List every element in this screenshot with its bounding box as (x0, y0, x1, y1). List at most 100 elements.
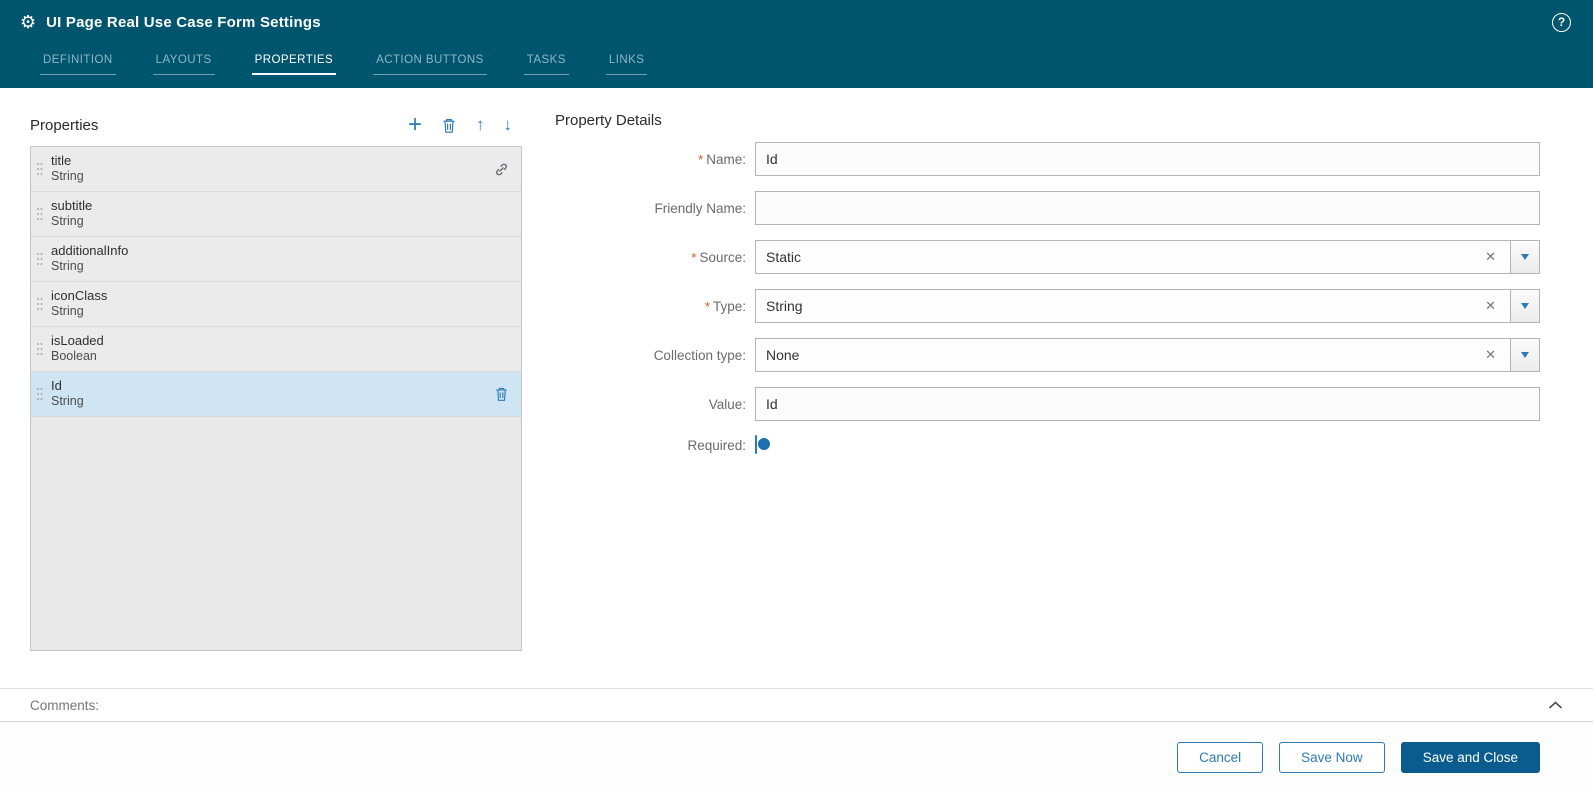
delete-row-icon[interactable] (494, 386, 509, 402)
form-row-collection-type: Collection type: ✕ (555, 338, 1540, 372)
page-title: UI Page Real Use Case Form Settings (46, 13, 321, 31)
move-up-button[interactable]: ↑ (476, 115, 485, 135)
property-item-text: title String (51, 153, 84, 184)
required-toggle[interactable] (755, 435, 770, 454)
form-row-required: Required: (555, 435, 1540, 454)
gear-icon: ⚙ (20, 12, 37, 32)
value-input[interactable] (755, 387, 1540, 421)
name-control (755, 142, 1540, 176)
property-type: String (51, 304, 84, 319)
list-item-Id[interactable]: Id String (31, 372, 521, 417)
clear-icon[interactable]: ✕ (1481, 338, 1500, 372)
drag-handle-icon[interactable] (36, 162, 43, 176)
property-name: iconClass (51, 288, 108, 304)
form-row-type: *Type: ✕ (555, 289, 1540, 323)
collection-type-dropdown-button[interactable] (1510, 338, 1540, 372)
tab-tasks[interactable]: TASKS (523, 54, 569, 75)
property-item-text: iconClass String (51, 288, 107, 319)
delete-property-button[interactable] (441, 117, 457, 134)
form-row-name: * Name: (555, 142, 1540, 176)
source-select[interactable] (755, 240, 1540, 274)
properties-list: title String subtitle String additionalI… (30, 146, 522, 651)
list-item-title[interactable]: title String (31, 147, 521, 192)
property-item-text: additionalInfo String (51, 243, 128, 274)
property-item-text: Id String (51, 378, 84, 409)
form-row-value: Value: (555, 387, 1540, 421)
comments-bar: Comments: (0, 688, 1593, 722)
save-now-button[interactable]: Save Now (1279, 742, 1385, 773)
form-row-friendly-name: Friendly Name: (555, 191, 1540, 225)
link-icon[interactable] (494, 162, 509, 177)
comments-label: Comments: (30, 697, 100, 713)
property-name: subtitle (51, 198, 93, 214)
tab-links[interactable]: LINKS (605, 54, 648, 75)
property-type: String (51, 169, 84, 184)
collection-type-select[interactable] (755, 338, 1540, 372)
form-settings-window: ⚙ UI Page Real Use Case Form Settings ? … (0, 0, 1593, 793)
property-name: additionalInfo (51, 243, 129, 259)
collection-type-control: ✕ (755, 338, 1540, 372)
toggle-knob (758, 438, 770, 450)
list-item-isLoaded[interactable]: isLoaded Boolean (31, 327, 521, 372)
property-details-form: *Name: Friendly Name: *S (555, 142, 1540, 454)
collection-type-label: Collection type: (653, 347, 746, 363)
properties-panel: Properties + ↑ ↓ title String subtitle S… (30, 112, 522, 688)
footer-actions: Cancel Save Now Save and Close (0, 722, 1593, 793)
property-type: Boolean (51, 349, 97, 364)
properties-header: Properties + ↑ ↓ (30, 112, 522, 138)
list-item-subtitle[interactable]: subtitle String (31, 192, 521, 237)
friendly-name-control (755, 191, 1540, 225)
property-type: String (51, 214, 84, 229)
type-control: ✕ (755, 289, 1540, 323)
title-row: ⚙ UI Page Real Use Case Form Settings ? (0, 0, 1593, 44)
name-input[interactable] (755, 142, 1540, 176)
source-control: ✕ (755, 240, 1540, 274)
required-label: Required: (687, 437, 746, 453)
properties-toolbar: + ↑ ↓ (408, 113, 522, 137)
property-item-text: isLoaded Boolean (51, 333, 104, 364)
property-type: String (51, 259, 84, 274)
help-icon[interactable]: ? (1552, 12, 1571, 32)
collapse-chevron-up-icon[interactable] (1548, 700, 1563, 710)
required-mark: * (698, 151, 704, 167)
required-control (755, 435, 1540, 454)
form-row-source: *Source: ✕ (555, 240, 1540, 274)
tab-layouts[interactable]: LAYOUTS (152, 54, 215, 75)
type-select[interactable] (755, 289, 1540, 323)
drag-handle-icon[interactable] (36, 207, 43, 221)
required-mark: * (691, 249, 697, 265)
value-label: Value: (708, 396, 746, 412)
property-details-panel: Property Details *Name: Friendly Name: (522, 112, 1540, 688)
tab-definition[interactable]: DEFINITION (40, 54, 116, 75)
drag-handle-icon[interactable] (36, 252, 43, 266)
clear-icon[interactable]: ✕ (1481, 240, 1500, 274)
property-type: String (51, 394, 84, 409)
cancel-button[interactable]: Cancel (1177, 742, 1264, 773)
drag-handle-icon[interactable] (36, 387, 43, 401)
property-name: isLoaded (51, 333, 104, 349)
source-dropdown-button[interactable] (1510, 240, 1540, 274)
tab-action-buttons[interactable]: ACTION BUTTONS (373, 54, 487, 75)
chevron-down-icon (1521, 352, 1529, 358)
friendly-name-label: Friendly Name: (654, 200, 746, 216)
friendly-name-input[interactable] (755, 191, 1540, 225)
add-property-button[interactable]: + (408, 113, 422, 137)
drag-handle-icon[interactable] (36, 342, 43, 356)
drag-handle-icon[interactable] (36, 297, 43, 311)
property-name: Id (51, 378, 62, 394)
list-item-iconClass[interactable]: iconClass String (31, 282, 521, 327)
tab-properties[interactable]: PROPERTIES (251, 54, 337, 75)
chevron-down-icon (1521, 254, 1529, 260)
property-details-title: Property Details (555, 112, 662, 129)
value-control (755, 387, 1540, 421)
move-down-button[interactable]: ↓ (504, 115, 513, 135)
property-item-text: subtitle String (51, 198, 92, 229)
header: ⚙ UI Page Real Use Case Form Settings ? … (0, 0, 1593, 88)
type-dropdown-button[interactable] (1510, 289, 1540, 323)
required-mark: * (704, 298, 710, 314)
clear-icon[interactable]: ✕ (1481, 289, 1500, 323)
save-and-close-button[interactable]: Save and Close (1400, 742, 1540, 773)
type-label: * Type: (704, 298, 746, 314)
list-item-additionalInfo[interactable]: additionalInfo String (31, 237, 521, 282)
properties-title: Properties (30, 116, 99, 134)
